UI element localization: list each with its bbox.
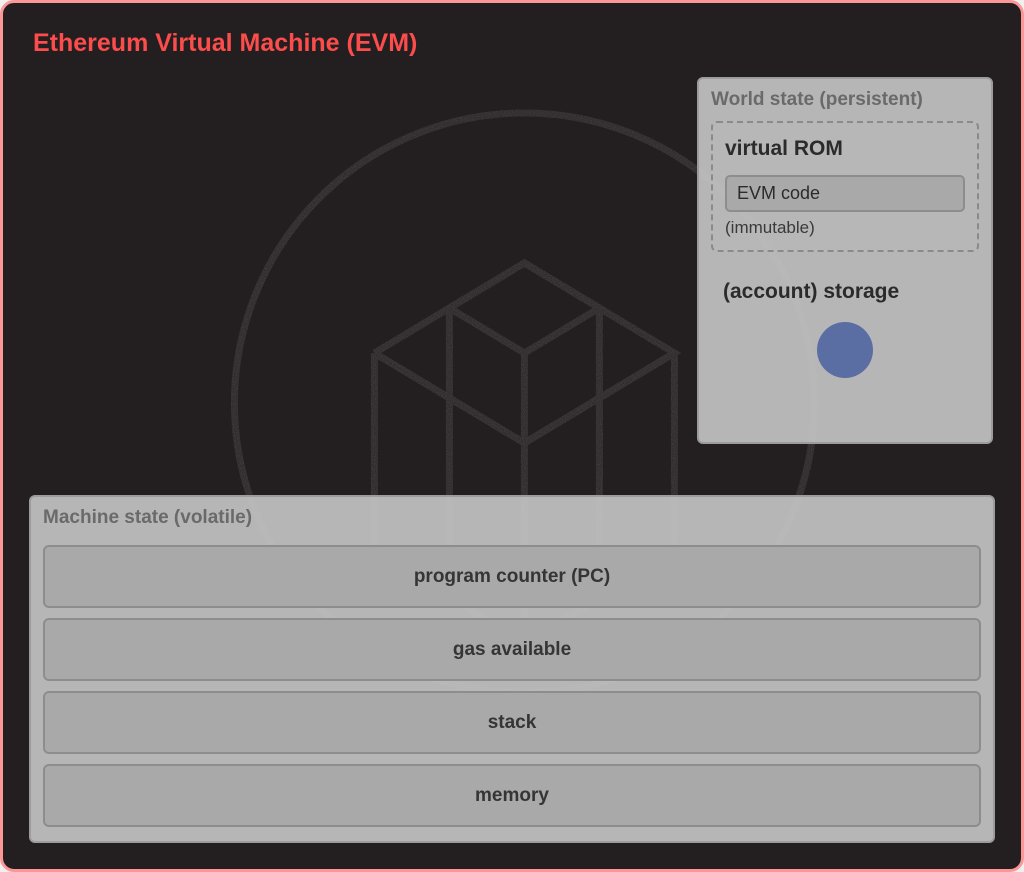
machine-state-item-gas: gas available (43, 618, 981, 681)
machine-state-items: program counter (PC) gas available stack… (43, 545, 981, 827)
account-storage-title: (account) storage (723, 280, 967, 304)
storage-dot-icon (817, 322, 873, 378)
world-state-title: World state (persistent) (711, 89, 979, 111)
machine-state-panel: Machine state (volatile) program counter… (29, 495, 995, 843)
immutable-label: (immutable) (725, 218, 965, 238)
evm-diagram-frame: Ethereum Virtual Machine (EVM) World sta… (0, 0, 1024, 872)
world-state-panel: World state (persistent) virtual ROM EVM… (697, 77, 993, 444)
machine-state-title: Machine state (volatile) (43, 507, 981, 529)
diagram-title: Ethereum Virtual Machine (EVM) (33, 29, 417, 58)
machine-state-item-stack: stack (43, 691, 981, 754)
machine-state-item-memory: memory (43, 764, 981, 827)
machine-state-item-pc: program counter (PC) (43, 545, 981, 608)
virtual-rom-title: virtual ROM (725, 137, 965, 161)
account-storage-box: (account) storage (711, 264, 979, 388)
virtual-rom-box: virtual ROM EVM code (immutable) (711, 121, 979, 252)
evm-code-box: EVM code (725, 175, 965, 212)
